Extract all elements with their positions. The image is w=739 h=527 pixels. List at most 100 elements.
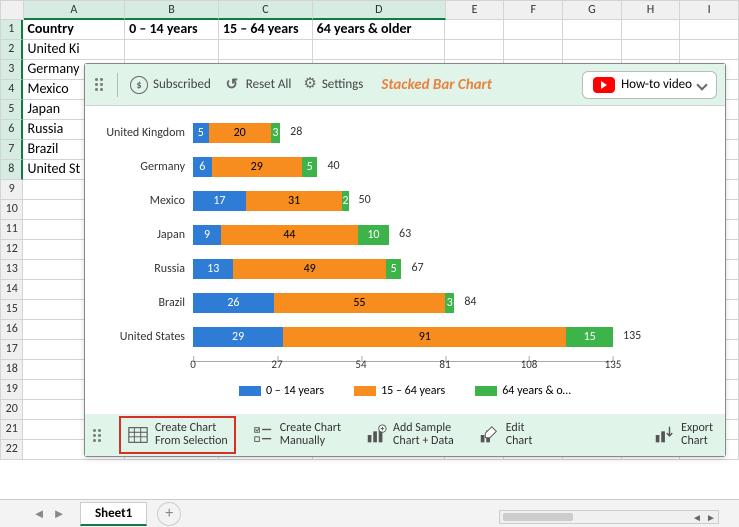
export-chart-button[interactable]: ExportChart [647, 418, 719, 452]
chart-tick: 135 [605, 358, 622, 371]
export-icon [653, 424, 675, 446]
cell[interactable] [125, 40, 219, 60]
row-header[interactable]: 19 [0, 380, 23, 400]
create-chart-from-selection-button[interactable]: Create ChartFrom Selection [121, 418, 234, 452]
howto-label: How-to video [621, 77, 692, 92]
row-header[interactable]: 10 [0, 200, 23, 220]
sheet-tab[interactable]: Sheet1 [80, 502, 147, 526]
chart-segment: 3 [271, 123, 280, 143]
horizontal-scrollbar[interactable]: ◄ ► [499, 510, 719, 524]
chart-segment: 44 [221, 225, 358, 245]
settings-button[interactable]: ⚙ Settings [303, 75, 363, 94]
row-header[interactable]: 12 [0, 240, 23, 260]
row-header[interactable]: 11 [0, 220, 23, 240]
cell[interactable] [622, 40, 681, 60]
chart-segment: 10 [358, 225, 389, 245]
chart-bar-row: Japan9441063 [97, 218, 713, 252]
cell[interactable] [445, 40, 504, 60]
subscribed-button[interactable]: $ Subscribed [130, 76, 211, 94]
sheet-nav-next[interactable]: ► [50, 505, 68, 523]
chart-segment: 2 [342, 191, 348, 211]
edit-icon [478, 424, 500, 446]
chart-total-label: 67 [405, 261, 423, 275]
column-header[interactable]: G [563, 0, 622, 20]
drag-handle-icon[interactable] [93, 78, 105, 91]
cell[interactable] [504, 20, 563, 40]
chart-tick: 81 [439, 358, 450, 371]
row-header[interactable]: 5 [0, 100, 23, 120]
cell[interactable] [219, 40, 313, 60]
row-header[interactable]: 8 [0, 160, 23, 180]
row-header[interactable]: 3 [0, 60, 23, 80]
chart-tick: 108 [521, 358, 538, 371]
row-header[interactable]: 16 [0, 320, 23, 340]
column-header[interactable]: A [24, 0, 126, 20]
cell[interactable] [445, 20, 504, 40]
row-header[interactable]: 6 [0, 120, 23, 140]
column-header[interactable]: H [622, 0, 681, 20]
create-chart-manually-button[interactable]: Create ChartManually [246, 418, 347, 452]
chart-segment: 29 [193, 327, 283, 347]
column-header[interactable]: B [125, 0, 219, 20]
column-header[interactable]: D [313, 0, 446, 20]
cell[interactable]: Country [23, 20, 125, 40]
row-header[interactable]: 4 [0, 80, 23, 100]
row-header[interactable]: 14 [0, 280, 23, 300]
chart-segment: 55 [274, 293, 445, 313]
chart-total-label: 50 [353, 193, 371, 207]
edit-chart-button[interactable]: EditChart [472, 418, 539, 452]
chart-segment: 6 [193, 157, 212, 177]
sheet-nav-prev[interactable]: ◄ [30, 505, 48, 523]
row-header[interactable]: 2 [0, 40, 23, 60]
howto-video-button[interactable]: How-to video [582, 71, 717, 99]
row-header[interactable]: 15 [0, 300, 23, 320]
chart-segment: 91 [283, 327, 566, 347]
chart-bar-row: Russia1349567 [97, 252, 713, 286]
column-header[interactable]: I [680, 0, 739, 20]
cell[interactable]: United Ki [23, 40, 125, 60]
chart-segment: 5 [386, 259, 402, 279]
cell[interactable] [313, 40, 446, 60]
drag-handle-icon[interactable] [91, 429, 103, 442]
cell[interactable]: 0 – 14 years [125, 20, 219, 40]
row-header[interactable]: 13 [0, 260, 23, 280]
chart-segment: 9 [193, 225, 221, 245]
panel-bottom-toolbar: Create ChartFrom Selection Create ChartM… [85, 414, 725, 456]
cell[interactable] [622, 20, 681, 40]
row-header[interactable]: 9 [0, 180, 23, 200]
column-header[interactable]: F [504, 0, 563, 20]
cell[interactable] [563, 20, 622, 40]
row-header[interactable]: 17 [0, 340, 23, 360]
select-all-cell[interactable] [0, 0, 24, 20]
row-header[interactable]: 1 [0, 20, 23, 40]
row-header[interactable]: 18 [0, 360, 23, 380]
reset-all-button[interactable]: ↺ Reset All [223, 76, 292, 94]
cell[interactable] [504, 40, 563, 60]
cell[interactable] [680, 20, 739, 40]
chart-legend: 0 – 14 years15 – 64 years64 years & o… [97, 384, 713, 398]
chart-segment: 49 [233, 259, 385, 279]
add-sheet-button[interactable]: + [157, 502, 181, 526]
cell[interactable]: 15 – 64 years [219, 20, 313, 40]
chart-segment: 17 [193, 191, 246, 211]
chart-bar-row: United States299115135 [97, 320, 713, 354]
chart-segment: 31 [246, 191, 342, 211]
add-sample-button[interactable]: Add SampleChart + Data [359, 418, 460, 452]
row-header[interactable]: 22 [0, 440, 23, 460]
legend-item: 64 years & o… [475, 384, 571, 398]
chart-addin-panel: $ Subscribed ↺ Reset All ⚙ Settings Stac… [84, 63, 726, 457]
chart-tick: 0 [190, 358, 196, 371]
cell[interactable] [680, 40, 739, 60]
column-header[interactable]: C [219, 0, 313, 20]
cell[interactable] [563, 40, 622, 60]
btn-label: Create ChartFrom Selection [155, 422, 228, 448]
legend-item: 15 – 64 years [354, 384, 445, 398]
chart-bar-row: United Kingdom520328 [97, 116, 713, 150]
row-header[interactable]: 21 [0, 420, 23, 440]
row-header[interactable]: 7 [0, 140, 23, 160]
cell[interactable]: 64 years & older [313, 20, 446, 40]
column-header[interactable]: E [446, 0, 505, 20]
row-header[interactable]: 20 [0, 400, 23, 420]
chart-segment: 26 [193, 293, 274, 313]
chart-bar-row: Mexico1731250 [97, 184, 713, 218]
